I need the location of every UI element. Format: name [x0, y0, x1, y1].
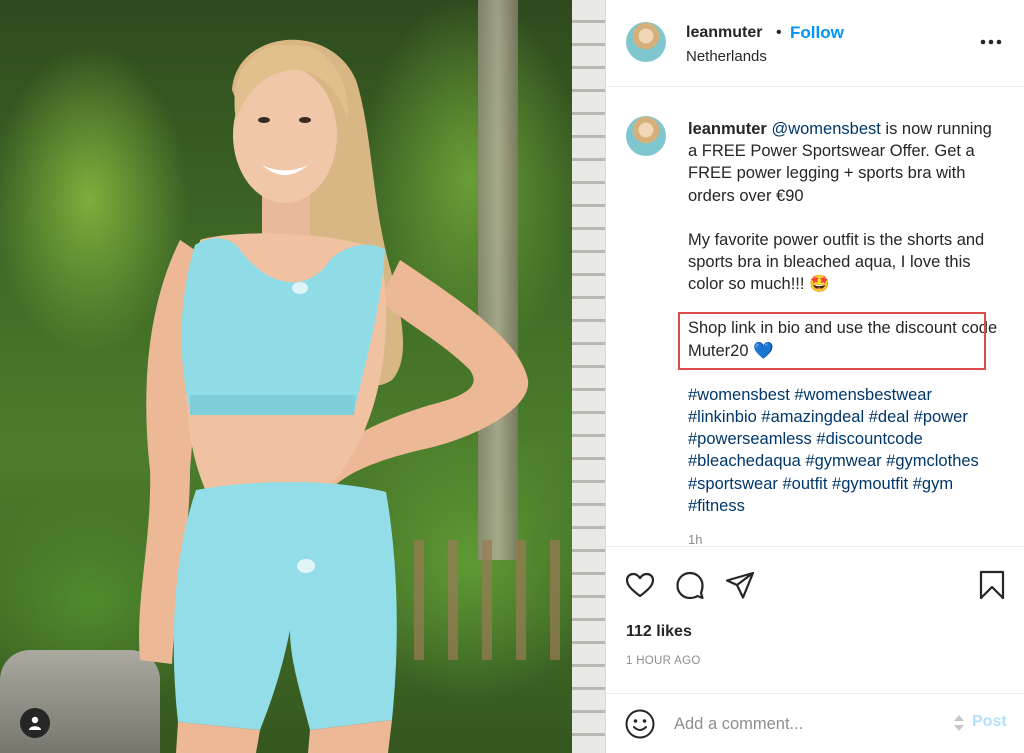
hashtag-link[interactable]: #gymwear — [805, 452, 881, 470]
post-actions: 112 likes 1 HOUR AGO — [606, 546, 1024, 693]
hashtag-link[interactable]: #powerseamless — [688, 430, 812, 448]
woman-figure — [139, 39, 529, 753]
share-icon[interactable] — [724, 569, 756, 601]
hashtag-link[interactable]: #womensbest — [688, 386, 790, 404]
hashtag-link[interactable]: #fitness — [688, 497, 745, 515]
comment-bar: Post — [606, 693, 1024, 753]
like-count[interactable]: 112 likes — [626, 623, 692, 641]
caption-username[interactable]: leanmuter — [688, 120, 767, 138]
post-location[interactable]: Netherlands — [686, 48, 767, 65]
resize-handle-icon[interactable] — [952, 713, 966, 733]
heart-icon[interactable] — [624, 569, 656, 601]
brick-wall-divider — [572, 0, 606, 753]
post-comment-button[interactable]: Post — [972, 713, 1007, 731]
hashtag-link[interactable]: #deal — [869, 408, 909, 426]
hashtag-link[interactable]: #linkinbio — [688, 408, 757, 426]
post-header: leanmuter • Follow Netherlands — [606, 0, 1024, 87]
caption-paragraph-2: My favorite power outfit is the shorts a… — [688, 230, 985, 294]
hashtag-list: #womensbest #womensbestwear #linkinbio #… — [688, 384, 998, 517]
user-tag-button[interactable] — [20, 708, 50, 738]
author-avatar[interactable] — [626, 22, 666, 62]
hashtag-link[interactable]: #womensbestwear — [794, 386, 932, 404]
hashtag-link[interactable]: #gymoutfit — [832, 475, 908, 493]
user-tag-icon — [29, 716, 41, 730]
post-timestamp: 1 HOUR AGO — [626, 655, 701, 667]
hashtag-link[interactable]: #outfit — [782, 475, 827, 493]
post-image[interactable] — [0, 0, 572, 753]
caption-author-avatar[interactable] — [626, 116, 666, 156]
follow-button[interactable]: Follow — [790, 23, 844, 43]
caption-timestamp: 1h — [688, 532, 703, 546]
hashtag-link[interactable]: #power — [914, 408, 968, 426]
hashtag-link[interactable]: #discountcode — [816, 430, 922, 448]
hashtag-link[interactable]: #sportswear — [688, 475, 778, 493]
emoji-icon[interactable] — [624, 708, 656, 740]
hashtag-link[interactable]: #bleachedaqua — [688, 452, 801, 470]
comment-input[interactable] — [674, 710, 944, 738]
more-options-icon[interactable] — [978, 32, 1004, 52]
caption-section: leanmuter @womensbest is now running a F… — [606, 88, 1024, 546]
separator-dot: • — [776, 24, 782, 41]
comment-icon[interactable] — [674, 569, 706, 601]
post-details-panel: leanmuter • Follow Netherlands leanmuter… — [606, 0, 1024, 753]
hashtag-link[interactable]: #gymclothes — [886, 452, 979, 470]
discount-code-highlight-box — [678, 312, 986, 370]
hashtag-link[interactable]: #amazingdeal — [761, 408, 864, 426]
hashtag-link[interactable]: #gym — [913, 475, 953, 493]
mention-link[interactable]: @womensbest — [771, 120, 880, 138]
bookmark-icon[interactable] — [976, 569, 1008, 601]
author-username[interactable]: leanmuter — [686, 24, 762, 42]
